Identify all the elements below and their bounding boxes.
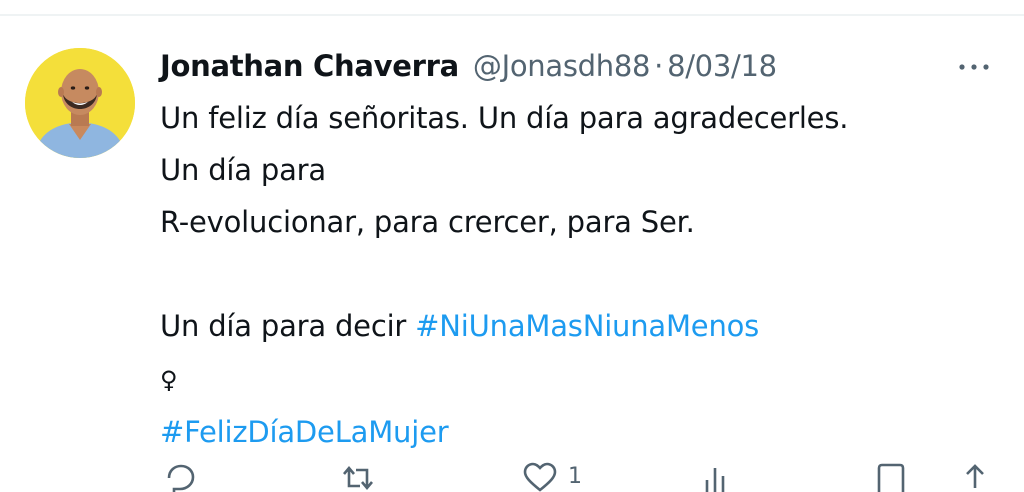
views-icon [705,468,725,492]
tweet-emoji-line: ♀ [160,352,1010,406]
author-handle[interactable]: @Jonasdh88 [473,49,651,83]
top-divider [0,14,1024,16]
tweet-text-line: Un feliz día señoritas. Un día para agra… [160,101,849,135]
share-button[interactable] [958,462,992,492]
tweet-hashtag-line: #FelizDíaDeLaMujer [160,406,1010,458]
hashtag-link[interactable]: #FelizDíaDeLaMujer [160,415,449,449]
retweet-button[interactable] [338,462,378,492]
header-separator: · [654,49,664,83]
hashtag-link[interactable]: #NiUnaMasNiunaMenos [415,309,759,343]
more-button[interactable] [950,52,1000,82]
tweet-header: Jonathan Chaverra @Jonasdh88 · 8/03/18 [160,44,777,88]
like-count: 1 [568,464,582,489]
female-sign-emoji: ♀ [160,366,178,394]
tweet-text-line-with-hashtag: Un día para decir #NiUnaMasNiunaMenos [160,300,1010,352]
avatar[interactable] [25,48,135,158]
share-icon [966,464,984,488]
reply-button[interactable] [164,462,196,492]
avatar-image [25,48,135,158]
tweet-text-prefix: Un día para decir [160,309,416,343]
tweet-text-line: R-evolucionar, para crercer, para Ser. [160,205,695,239]
tweet-text-line: Un día para [160,153,326,187]
tweet-text: Un feliz día señoritas. Un día para agra… [160,92,1010,458]
tweet-actions: 1 [160,462,1010,492]
retweet-icon [343,465,373,491]
bookmark-button[interactable] [874,462,908,492]
views-button[interactable] [702,462,732,492]
more-icon [959,64,989,70]
like-icon [523,462,557,492]
bookmark-icon [877,463,905,492]
author-display-name[interactable]: Jonathan Chaverra [160,49,459,83]
like-button[interactable] [522,462,558,492]
tweet-date[interactable]: 8/03/18 [667,49,777,83]
reply-icon [167,464,195,492]
